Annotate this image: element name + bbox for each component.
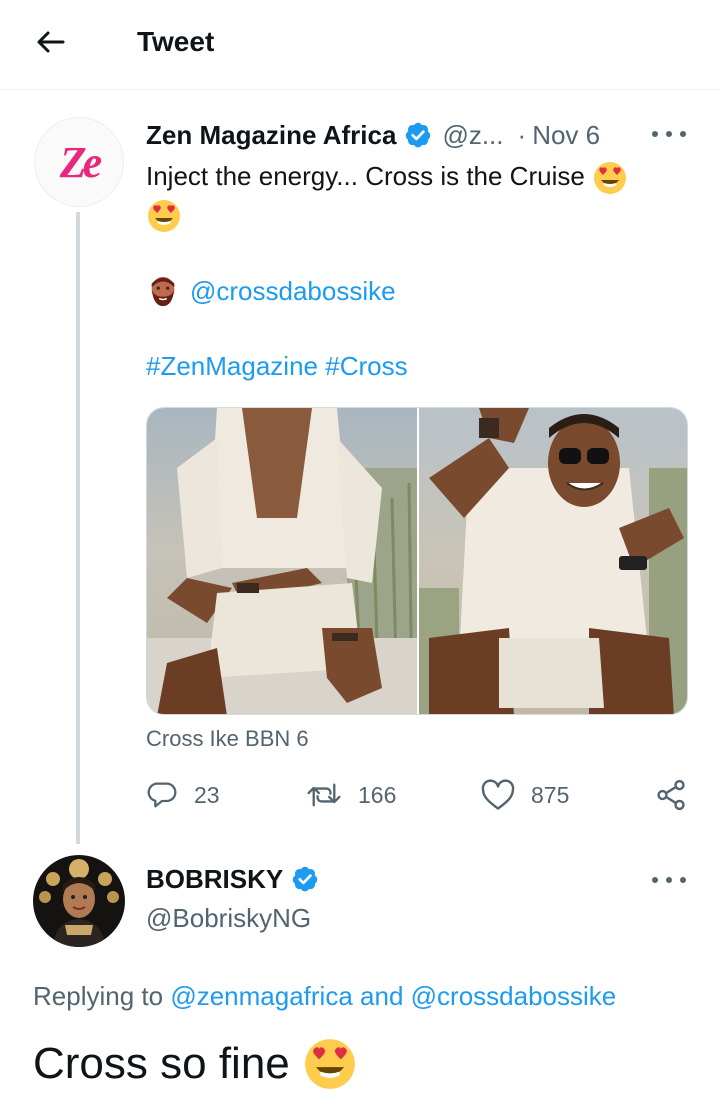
share-button[interactable]	[654, 776, 688, 814]
reply-author-name[interactable]: BOBRISKY	[146, 864, 283, 895]
retweet-icon	[307, 783, 341, 807]
tweet-header: Zen Magazine Africa @z... · Nov 6	[146, 116, 600, 154]
tweet-date[interactable]: Nov 6	[532, 120, 600, 151]
reply-body: Cross so fine	[33, 1039, 290, 1088]
tweet-text: Inject the energy... Cross is the Cruise	[146, 158, 676, 234]
retweet-button[interactable]: 166	[306, 776, 396, 814]
replying-prefix: Replying to	[33, 981, 164, 1011]
photo-right[interactable]	[417, 408, 687, 714]
reply-icon	[147, 782, 177, 808]
zen-magazine-avatar[interactable]: Ze	[34, 117, 124, 207]
mention-link[interactable]: @crossdabossike	[190, 276, 396, 307]
more-dots-icon	[652, 131, 658, 137]
media-caption: Cross Ike BBN 6	[146, 726, 309, 751]
more-dot	[680, 131, 686, 137]
reply-text: Cross so fine	[33, 1036, 358, 1092]
more-options-button[interactable]	[652, 126, 686, 142]
photo-right-image	[419, 408, 687, 714]
back-button[interactable]	[30, 24, 70, 60]
like-count: 875	[531, 781, 570, 808]
like-button[interactable]: 875	[481, 776, 569, 814]
more-dot	[680, 877, 686, 883]
author-name[interactable]: Zen Magazine Africa	[146, 120, 396, 151]
tweet-actions: 23 166 875	[146, 776, 691, 814]
replying-and[interactable]: and	[360, 981, 403, 1011]
heart-eyes-emoji	[148, 200, 180, 233]
top-bar: Tweet	[0, 0, 720, 90]
verified-badge-icon	[406, 122, 431, 148]
bearded-man-emoji	[151, 276, 175, 307]
tweet-body: Inject the energy... Cross is the Cruise	[146, 161, 585, 191]
hashtags: #ZenMagazine #Cross	[146, 348, 408, 384]
reply-more-options-button[interactable]	[652, 872, 686, 888]
arrow-left-icon	[37, 31, 65, 53]
reply-author-handle[interactable]: @BobriskyNG	[146, 900, 311, 936]
hashtag-link[interactable]: #ZenMagazine	[146, 351, 318, 381]
tweet-media[interactable]	[146, 407, 688, 715]
heart-eyes-emoji	[594, 162, 627, 195]
more-dot	[666, 877, 672, 883]
page-title: Tweet	[137, 26, 215, 57]
verified-badge-icon	[293, 866, 318, 892]
hashtag-link[interactable]: #Cross	[325, 351, 407, 381]
heart-icon	[481, 779, 515, 810]
replying-to-crossdabossike[interactable]: @crossdabossike	[411, 981, 617, 1011]
reply-header: BOBRISKY	[146, 860, 319, 898]
bobrisky-avatar[interactable]	[33, 855, 125, 947]
mention-line: @crossdabossike	[146, 272, 396, 310]
photo-left[interactable]	[147, 408, 417, 714]
author-handle[interactable]: @z...	[442, 120, 503, 151]
more-dot	[666, 131, 672, 137]
thread-connector-line	[76, 212, 80, 844]
reply-button[interactable]: 23	[146, 776, 220, 814]
replying-to-zenmagafrica[interactable]: @zenmagafrica	[170, 981, 352, 1011]
photo-left-image	[147, 408, 417, 714]
reply-count: 23	[194, 781, 220, 808]
zen-magazine-logo: Ze	[59, 137, 102, 187]
more-dots-icon	[652, 877, 658, 883]
retweet-count: 166	[358, 781, 397, 808]
heart-eyes-emoji	[304, 1039, 355, 1089]
bobrisky-avatar-image	[33, 855, 125, 947]
share-icon	[657, 779, 685, 811]
replying-to-line: Replying to @zenmagafrica and @crossdabo…	[33, 978, 616, 1014]
separator-dot: ·	[517, 119, 527, 150]
